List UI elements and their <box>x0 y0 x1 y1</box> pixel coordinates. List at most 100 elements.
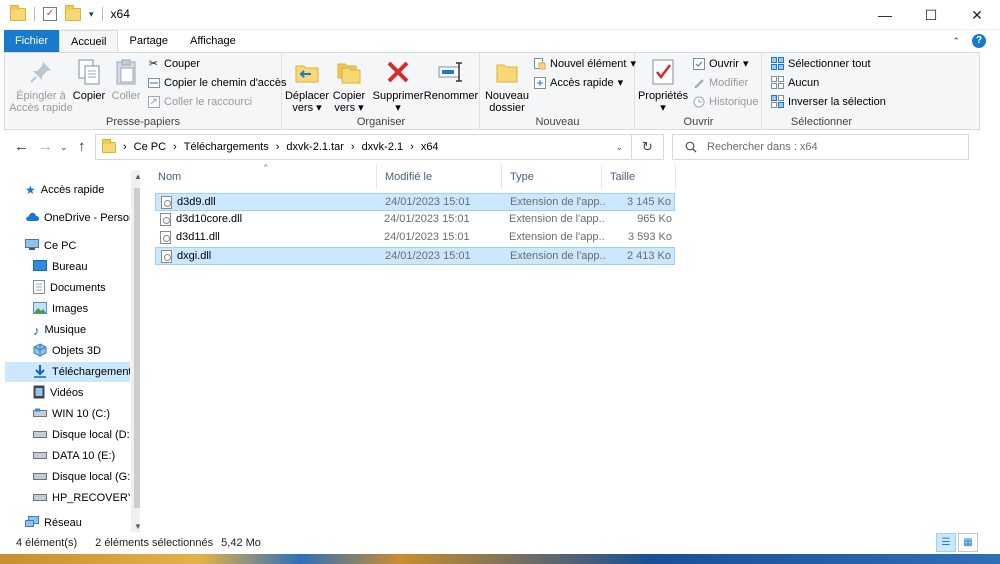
organize-group: Déplacer vers ▾ Copier vers ▾ Supprimer … <box>283 53 480 130</box>
file-name: dxgi.dll <box>177 250 212 262</box>
move-to-label: Déplacer <box>284 90 330 102</box>
sidebar-item-hp-recovery[interactable]: HP_RECOVERY ( <box>5 488 130 508</box>
column-header-name[interactable]: Nom <box>150 165 377 189</box>
dll-file-icon <box>160 231 171 244</box>
sidebar-item-3d-objects[interactable]: Objets 3D <box>5 341 130 361</box>
new-folder-label: Nouveau <box>484 90 530 102</box>
new-folder-icon[interactable] <box>65 4 81 21</box>
history-button[interactable]: Historique <box>692 95 759 108</box>
delete-label: Supprimer <box>372 90 424 102</box>
breadcrumb-dxvk[interactable]: dxvk-2.1 <box>362 141 404 153</box>
edit-button[interactable]: Modifier <box>692 76 748 89</box>
minimize-button[interactable]: — <box>862 0 908 30</box>
tab-share[interactable]: Partage <box>118 30 179 52</box>
breadcrumb-this-pc[interactable]: Ce PC <box>134 141 166 153</box>
paste-button[interactable]: Coller <box>109 57 143 102</box>
new-folder-button[interactable]: Nouveau dossier <box>483 57 531 114</box>
maximize-button[interactable]: ☐ <box>908 0 954 30</box>
column-header-type[interactable]: Type <box>502 165 602 189</box>
recent-locations-chevron-down-icon[interactable]: ⌄ <box>60 142 68 153</box>
customize-qat-chevron-down-icon[interactable]: ▾ <box>89 9 94 20</box>
properties-button[interactable]: Propriétés ▾ <box>638 57 688 114</box>
file-row[interactable]: d3d9.dll 24/01/2023 15:01 Extension de l… <box>155 193 675 211</box>
copy-to-label: Copier <box>332 90 366 102</box>
file-row[interactable]: d3d11.dll 24/01/2023 15:01 Extension de … <box>155 229 675 247</box>
dll-file-icon <box>161 250 172 263</box>
tab-file[interactable]: Fichier <box>4 30 60 52</box>
minimize-ribbon-chevron-icon[interactable]: ⌃ <box>952 36 960 47</box>
breadcrumb-dxvk-tar[interactable]: dxvk-2.1.tar <box>286 141 343 153</box>
copy-button[interactable]: Copier <box>71 57 107 102</box>
sidebar-item-drive-e[interactable]: DATA 10 (E:) <box>5 446 130 466</box>
cut-button[interactable]: ✂ Couper <box>147 57 200 71</box>
scroll-up-icon[interactable]: ▲ <box>131 172 140 181</box>
file-size: 2 413 Ko <box>626 250 671 262</box>
paste-icon <box>111 57 141 87</box>
sidebar-item-label: Vidéos <box>50 387 84 399</box>
open-button[interactable]: Ouvrir ▾ <box>692 57 748 70</box>
copy-path-button[interactable]: Copier le chemin d'accès <box>147 76 287 89</box>
edit-label: Modifier <box>709 76 749 89</box>
sidebar-item-this-pc[interactable]: Ce PC <box>5 236 130 256</box>
up-arrow-icon[interactable]: ↑ <box>78 138 86 155</box>
refresh-button[interactable]: ↻ <box>632 134 664 160</box>
rename-icon <box>436 57 466 87</box>
sidebar-item-label: Ce PC <box>44 240 77 252</box>
scroll-down-icon[interactable]: ▼ <box>131 522 140 531</box>
properties-label: Propriétés <box>637 90 689 102</box>
invert-selection-button[interactable]: Inverser la sélection <box>771 95 886 108</box>
breadcrumb-downloads[interactable]: Téléchargements <box>184 141 269 153</box>
new-item-label: Nouvel élément <box>550 57 627 70</box>
file-row[interactable]: d3d10core.dll 24/01/2023 15:01 Extension… <box>155 211 675 229</box>
tab-home[interactable]: Accueil <box>59 30 119 52</box>
drive-icon <box>33 492 47 505</box>
videos-icon <box>33 385 45 402</box>
view-switcher: ☰ ▦ <box>936 533 978 552</box>
sidebar-item-drive-c[interactable]: WIN 10 (C:) <box>5 404 130 424</box>
back-arrow-icon[interactable]: ← <box>14 138 29 155</box>
properties-icon[interactable]: ✓ <box>43 7 57 21</box>
rename-button[interactable]: Renommer <box>424 57 478 102</box>
select-all-button[interactable]: Sélectionner tout <box>771 57 871 70</box>
sidebar-item-drive-g[interactable]: Disque local (G:) <box>5 467 130 487</box>
search-input[interactable]: Rechercher dans : x64 <box>672 134 969 160</box>
nav-scrollbar[interactable]: ▲ ▼ <box>131 170 140 533</box>
delete-button[interactable]: Supprimer ▾ <box>373 57 423 114</box>
scroll-thumb[interactable] <box>134 188 140 508</box>
sidebar-item-desktop[interactable]: Bureau <box>5 257 130 277</box>
file-row[interactable]: dxgi.dll 24/01/2023 15:01 Extension de l… <box>155 247 675 265</box>
address-history-chevron-down-icon[interactable]: ⌄ <box>615 142 623 153</box>
sidebar-item-onedrive[interactable]: OneDrive - Person <box>5 208 130 228</box>
pin-quick-access-button[interactable]: Épingler à Accès rapide <box>9 57 73 114</box>
navigation-bar: ← → ⌄ ↑ › Ce PC › Téléchargements › dxvk… <box>0 130 1000 164</box>
column-header-modified[interactable]: Modifié le <box>377 165 502 189</box>
file-modified: 24/01/2023 15:01 <box>385 196 471 208</box>
forward-arrow-icon[interactable]: → <box>38 138 53 155</box>
sidebar-item-documents[interactable]: Documents <box>5 278 130 298</box>
breadcrumb-x64[interactable]: x64 <box>421 141 439 153</box>
tab-view[interactable]: Affichage <box>179 30 247 52</box>
quick-access-toolbar: ✓ ▾ x64 <box>10 4 130 21</box>
column-header-size[interactable]: Taille <box>602 165 676 189</box>
sidebar-item-quick-access[interactable]: ★ Accès rapide <box>5 180 130 200</box>
move-to-button[interactable]: Déplacer vers ▾ <box>284 57 330 114</box>
sidebar-item-images[interactable]: Images <box>5 299 130 319</box>
select-none-button[interactable]: Aucun <box>771 76 819 89</box>
invert-selection-icon <box>771 95 784 108</box>
sidebar-item-music[interactable]: ♪ Musique <box>5 320 130 340</box>
quick-access-dropdown-button[interactable]: Accès rapide ▾ <box>533 76 623 89</box>
close-button[interactable]: ✕ <box>954 0 1000 30</box>
sidebar-item-videos[interactable]: Vidéos <box>5 383 130 403</box>
new-item-button[interactable]: Nouvel élément ▾ <box>533 57 636 70</box>
large-icons-view-icon[interactable]: ▦ <box>958 533 978 552</box>
help-icon[interactable]: ? <box>972 34 986 48</box>
paste-shortcut-button[interactable]: Coller le raccourci <box>147 95 252 108</box>
sidebar-item-drive-d[interactable]: Disque local (D:) <box>5 425 130 445</box>
clipboard-group: Épingler à Accès rapide Copier Coller ✂ … <box>5 53 287 130</box>
details-view-icon[interactable]: ☰ <box>936 533 956 552</box>
address-bar[interactable]: › Ce PC › Téléchargements › dxvk-2.1.tar… <box>95 134 632 160</box>
sidebar-item-downloads[interactable]: Téléchargements <box>5 362 130 382</box>
copy-to-button[interactable]: Copier vers ▾ <box>329 57 369 114</box>
sidebar-item-network[interactable]: Réseau <box>5 513 130 533</box>
ribbon: Épingler à Accès rapide Copier Coller ✂ … <box>4 52 980 130</box>
